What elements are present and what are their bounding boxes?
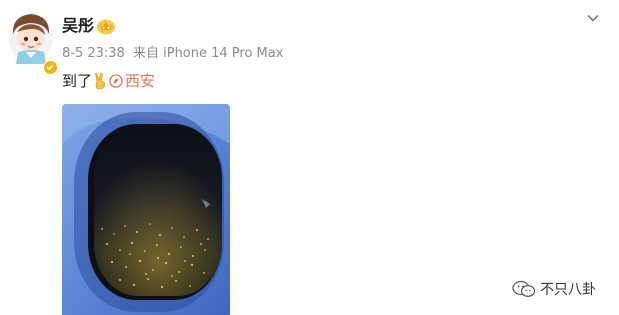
verified-badge-icon (43, 60, 58, 75)
post-time[interactable]: 8-5 23:38 (62, 46, 125, 61)
post-content: 到了 西安 (62, 71, 155, 91)
chevron-down-icon[interactable] (585, 10, 601, 26)
victory-hand-emoji (95, 72, 105, 90)
post-meta: 8-5 23:38 来自 iPhone 14 Pro Max (62, 45, 283, 63)
user-name[interactable]: 吴彤 (62, 16, 94, 36)
avatar[interactable] (6, 8, 58, 75)
post-device: 来自 iPhone 14 Pro Max (132, 46, 284, 61)
location-link[interactable]: 西安 (125, 71, 155, 91)
location-icon (109, 74, 123, 88)
wechat-icon (512, 280, 536, 297)
chibi-avatar-icon (9, 14, 53, 64)
post-image[interactable] (62, 104, 230, 315)
watermark-text: 不只八卦 (540, 282, 596, 298)
crown-badge-icon (97, 19, 115, 35)
airplane-window-image (62, 104, 230, 315)
post-text: 到了 (62, 72, 93, 90)
watermark: 不只八卦 (512, 279, 596, 299)
